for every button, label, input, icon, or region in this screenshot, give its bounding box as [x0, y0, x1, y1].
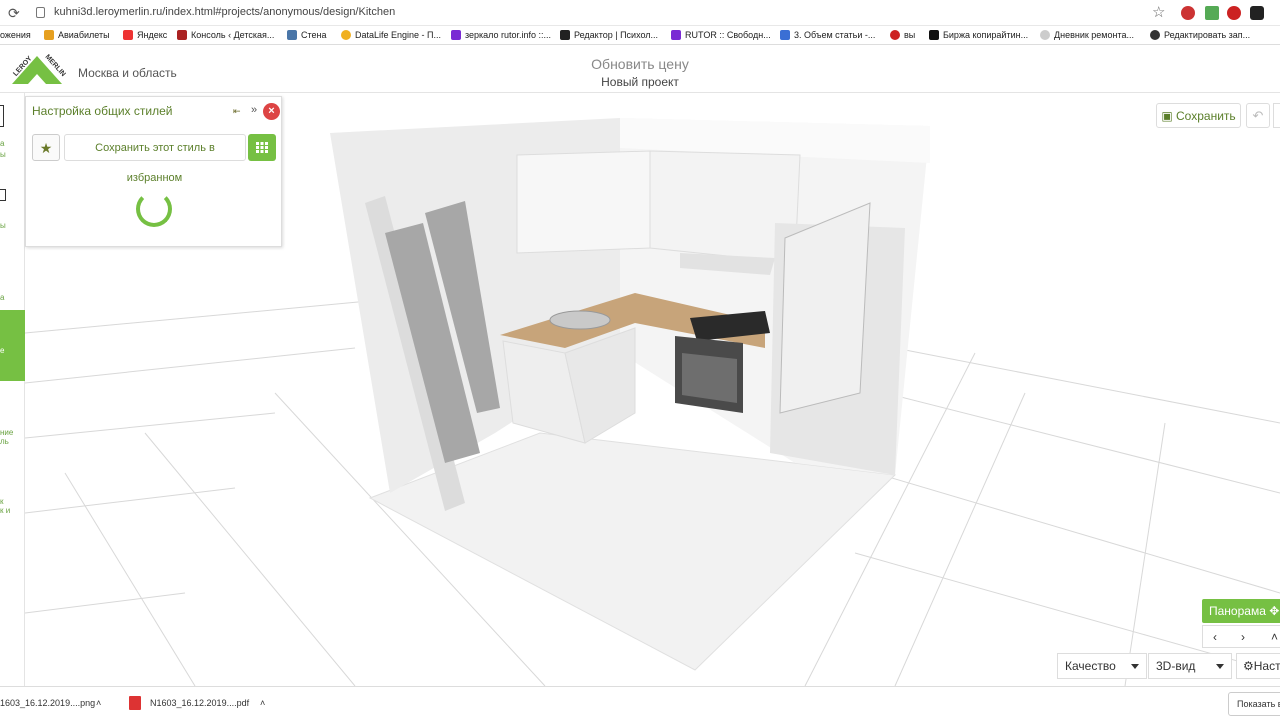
panel-title: Настройка общих стилей — [32, 104, 173, 118]
pin-icon[interactable]: ⇤ — [233, 106, 241, 117]
quality-select[interactable]: Качество — [1057, 653, 1147, 679]
bookmark-item[interactable]: Стена — [287, 30, 327, 40]
bookmark-item[interactable]: Редактировать зап... — [1150, 30, 1250, 40]
chevron-up-icon[interactable]: ˄ — [1271, 630, 1278, 644]
bookmarks-bar: ожения Авиабилеты Яндекс Консоль ‹ Детск… — [0, 26, 1280, 45]
project-title: Новый проект — [601, 75, 679, 89]
pdf-icon — [129, 696, 141, 710]
tool-label[interactable]: а — [0, 139, 4, 148]
bookmark-item[interactable]: ожения — [0, 30, 31, 40]
show-all-downloads-button[interactable]: Показать в — [1228, 692, 1280, 716]
downloads-bar: 1603_16.12.2019....png ˄ N1603_16.12.201… — [0, 686, 1280, 720]
panorama-button[interactable]: Панорама ✥ — [1202, 599, 1280, 623]
bookmark-item[interactable]: Авиабилеты — [44, 30, 110, 40]
tool-icon[interactable] — [0, 105, 4, 127]
camera-nav: ‹ › ˄ — [1202, 625, 1280, 648]
tool-label[interactable]: ль — [0, 437, 9, 446]
bookmark-star-icon[interactable]: ☆ — [1152, 3, 1165, 21]
leroy-merlin-logo[interactable]: LEROY MERLIN — [8, 52, 66, 86]
bookmark-item[interactable]: Консоль ‹ Детская... — [177, 30, 274, 40]
tool-label[interactable]: а — [0, 293, 4, 302]
bookmark-item[interactable]: DataLife Engine - П... — [341, 30, 441, 40]
favorite-star-button[interactable]: ★ — [32, 134, 60, 161]
tool-label: е — [0, 346, 5, 355]
tool-icon[interactable] — [0, 189, 6, 201]
tool-label[interactable]: к — [0, 497, 4, 506]
chevron-down-icon — [1131, 664, 1139, 669]
expand-icon[interactable]: » — [251, 104, 257, 116]
extension-icon[interactable] — [1205, 6, 1219, 20]
address-field[interactable]: kuhni3d.leroymerlin.ru/index.html#projec… — [54, 6, 395, 18]
grid-icon[interactable] — [248, 134, 276, 161]
chevron-left-icon[interactable]: ‹ — [1213, 630, 1217, 644]
bookmark-item[interactable]: RUTOR :: Свободн... — [671, 30, 771, 40]
save-style-button[interactable]: Сохранить этот стиль в — [64, 134, 246, 161]
download-item[interactable]: 1603_16.12.2019....png — [0, 698, 95, 708]
app-header: LEROY MERLIN Москва и область Обновить ц… — [0, 46, 1280, 93]
close-icon[interactable]: × — [263, 103, 280, 120]
view-mode-select[interactable]: 3D-вид — [1148, 653, 1232, 679]
left-toolbar: а ы ы а е ние ль к к и — [0, 93, 25, 686]
redo-button[interactable] — [1273, 103, 1280, 128]
bookmark-item[interactable]: вы — [890, 30, 915, 40]
tool-label[interactable]: ние — [0, 428, 13, 437]
camera-icon[interactable] — [1250, 6, 1264, 20]
bookmark-item[interactable]: Яндекс — [123, 30, 167, 40]
style-settings-panel: Настройка общих стилей ⇤ » × ★ Сохранить… — [25, 96, 282, 247]
bookmark-item[interactable]: Редактор | Психол... — [560, 30, 658, 40]
download-item[interactable]: N1603_16.12.2019....pdf — [150, 698, 249, 708]
reload-icon[interactable]: ⟳ — [8, 5, 20, 22]
favorites-label: избранном — [126, 172, 183, 184]
region-selector[interactable]: Москва и область — [78, 66, 177, 80]
loading-spinner-icon — [136, 191, 172, 227]
gear-icon: ⚙ — [1243, 659, 1254, 673]
floppy-icon: ▣ — [1161, 109, 1177, 123]
lock-icon — [36, 7, 45, 18]
bookmark-item[interactable]: Дневник ремонта... — [1040, 30, 1134, 40]
chevron-up-icon[interactable]: ˄ — [260, 698, 265, 708]
chevron-up-icon[interactable]: ˄ — [96, 698, 101, 708]
adblock-icon[interactable] — [1181, 6, 1195, 20]
bookmark-item[interactable]: зеркало rutor.info ::... — [451, 30, 551, 40]
bookmark-item[interactable]: 3. Объем статьи -... — [780, 30, 875, 40]
tool-label[interactable]: ы — [0, 150, 6, 159]
save-project-button[interactable]: ▣ Сохранить — [1156, 103, 1241, 128]
undo-button[interactable]: ↶ — [1246, 103, 1270, 128]
tool-label[interactable]: к и — [0, 506, 10, 515]
update-price-button[interactable]: Обновить цену — [540, 56, 740, 72]
pinterest-icon[interactable] — [1227, 6, 1241, 20]
tool-label[interactable]: ы — [0, 221, 6, 230]
active-tool[interactable]: е — [0, 310, 25, 381]
chevron-down-icon — [1216, 664, 1224, 669]
move-icon: ✥ — [1265, 604, 1280, 618]
bookmark-item[interactable]: Биржа копирайтин... — [929, 30, 1028, 40]
settings-button[interactable]: ⚙Наст — [1236, 653, 1280, 679]
chevron-right-icon[interactable]: › — [1241, 630, 1245, 644]
browser-url-bar: ⟳ kuhni3d.leroymerlin.ru/index.html#proj… — [0, 0, 1280, 26]
